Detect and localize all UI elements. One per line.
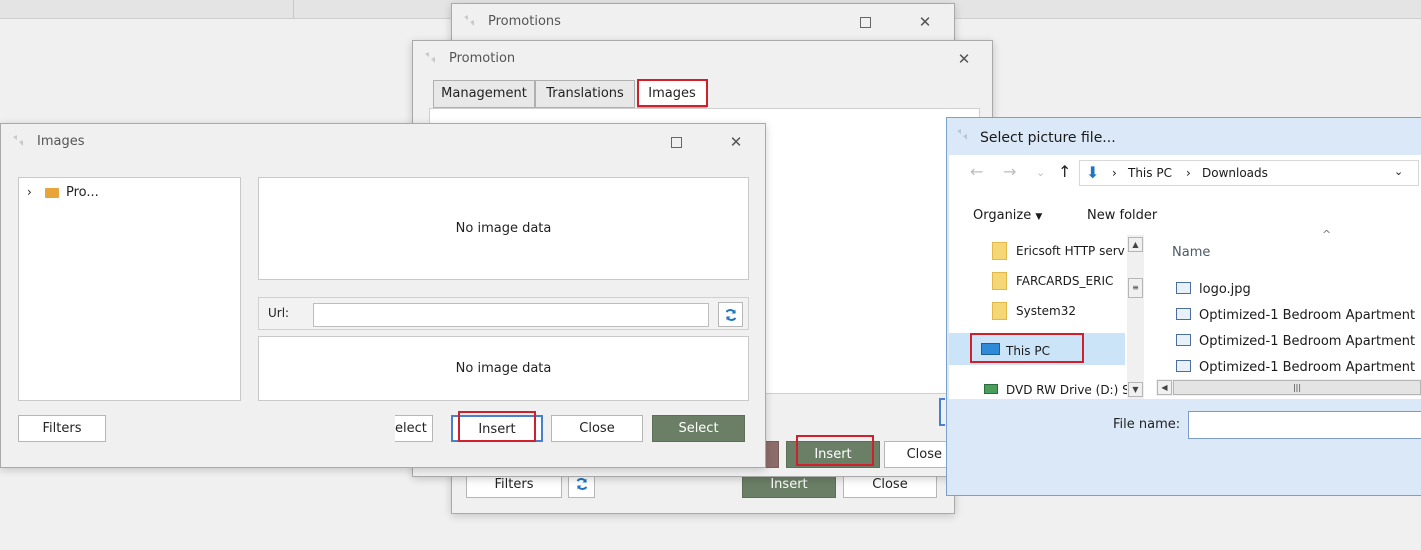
image-tree-panel[interactable]: › Pro... xyxy=(18,177,241,401)
app-logo-icon xyxy=(464,15,474,26)
app-logo-icon xyxy=(957,129,967,140)
image-preview-bottom: No image data xyxy=(258,336,749,401)
refresh-icon xyxy=(576,478,587,490)
forward-arrow-icon[interactable]: → xyxy=(1003,162,1016,181)
images-titlebar: Images xyxy=(1,124,765,160)
file-dialog-title: Select picture file... xyxy=(980,130,1116,146)
breadcrumb-downloads[interactable]: Downloads xyxy=(1202,166,1268,180)
maximize-icon xyxy=(859,17,871,28)
url-label: Url: xyxy=(268,306,290,320)
column-header-name[interactable]: Name xyxy=(1172,245,1210,260)
image-file-icon xyxy=(1176,308,1191,320)
maximize-button[interactable] xyxy=(850,11,880,33)
promotions-title: Promotions xyxy=(488,14,561,29)
url-row: Url: xyxy=(258,297,749,330)
hscroll-thumb[interactable]: ||| xyxy=(1173,380,1421,395)
folder-icon xyxy=(992,272,1007,290)
close-window-button[interactable]: ✕ xyxy=(910,11,940,33)
images-insert-button[interactable]: Insert xyxy=(451,415,543,442)
no-image-text: No image data xyxy=(455,221,552,236)
tab-images[interactable]: Images xyxy=(637,80,707,108)
image-file-icon xyxy=(1176,334,1191,346)
image-preview-top: No image data xyxy=(258,177,749,280)
file-item[interactable]: Optimized-1 Bedroom Apartment xyxy=(1199,334,1415,349)
sort-arrow-icon: ^ xyxy=(1322,228,1332,241)
images-filters-button[interactable]: Filters xyxy=(18,415,106,442)
file-name-input[interactable] xyxy=(1188,411,1421,439)
file-item[interactable]: Optimized-1 Bedroom Apartment xyxy=(1199,360,1415,375)
back-arrow-icon[interactable]: ← xyxy=(970,162,983,181)
file-item[interactable]: logo.jpg xyxy=(1199,282,1251,297)
up-arrow-icon[interactable]: ↑ xyxy=(1058,162,1071,181)
nav-item-this-pc[interactable]: This PC xyxy=(1006,344,1050,358)
promotion-insert-button[interactable]: Insert xyxy=(786,441,880,468)
navigation-pane[interactable] xyxy=(949,235,1125,405)
nav-item-ericsoft[interactable]: Ericsoft HTTP serv xyxy=(1016,244,1129,258)
promotion-close-button[interactable]: Close xyxy=(884,441,947,468)
folder-icon xyxy=(992,302,1007,320)
dropdown-arrow-icon: ▼ xyxy=(1035,212,1043,222)
new-folder-button[interactable]: New folder xyxy=(1087,208,1157,223)
breadcrumb[interactable]: ⬇ › This PC › Downloads ⌄ xyxy=(1079,160,1419,186)
close-window-button[interactable]: ✕ xyxy=(949,48,979,70)
expand-chevron-icon[interactable]: › xyxy=(27,185,32,199)
scroll-down-arrow-icon[interactable]: ▼ xyxy=(1128,382,1143,397)
scroll-thumb[interactable]: ≡ xyxy=(1128,278,1143,298)
file-item[interactable]: Optimized-1 Bedroom Apartment xyxy=(1199,308,1415,323)
tree-item-label[interactable]: Pro... xyxy=(66,185,99,200)
promotion-titlebar: Promotion xyxy=(413,41,992,77)
file-name-label: File name: xyxy=(1113,417,1181,432)
folder-icon xyxy=(45,188,59,198)
breadcrumb-this-pc[interactable]: This PC xyxy=(1128,166,1172,180)
app-logo-icon xyxy=(425,52,435,63)
close-icon: ✕ xyxy=(957,50,971,68)
images-title: Images xyxy=(37,134,85,149)
url-input[interactable] xyxy=(313,303,709,327)
tab-translations[interactable]: Translations xyxy=(535,80,635,108)
image-file-icon xyxy=(1176,282,1191,294)
folder-icon xyxy=(992,242,1007,260)
no-image-text: No image data xyxy=(455,361,552,376)
organize-label: Organize xyxy=(973,208,1032,223)
close-icon: ✕ xyxy=(918,13,932,31)
close-window-button[interactable]: ✕ xyxy=(721,131,751,153)
nav-item-dvd-drive[interactable]: DVD RW Drive (D:) S xyxy=(1006,383,1127,397)
recent-dropdown-icon[interactable]: ⌄ xyxy=(1036,166,1045,179)
tab-management[interactable]: Management xyxy=(433,80,535,108)
header-divider xyxy=(293,0,294,19)
scroll-left-arrow-icon[interactable]: ◀ xyxy=(1157,380,1172,395)
refresh-icon xyxy=(725,309,737,321)
dvd-drive-icon xyxy=(984,384,998,394)
close-icon: ✕ xyxy=(729,133,743,151)
maximize-icon xyxy=(670,137,682,148)
nav-scrollbar[interactable] xyxy=(1127,235,1144,399)
partial-button-edge xyxy=(939,398,945,426)
images-select-button[interactable]: Select xyxy=(652,415,745,442)
app-logo-icon xyxy=(13,135,23,146)
promotion-title: Promotion xyxy=(449,51,516,66)
nav-item-system32[interactable]: System32 xyxy=(1016,304,1076,318)
breadcrumb-separator: › xyxy=(1186,166,1191,180)
breadcrumb-separator: › xyxy=(1112,166,1117,180)
url-refresh-button[interactable] xyxy=(718,302,743,327)
images-close-button[interactable]: Close xyxy=(551,415,643,442)
computer-icon xyxy=(981,343,1000,355)
organize-menu[interactable]: Organize ▼ xyxy=(973,208,1042,223)
nav-item-farcards[interactable]: FARCARDS_ERIC xyxy=(1016,274,1129,288)
breadcrumb-dropdown-icon[interactable]: ⌄ xyxy=(1394,165,1403,178)
maximize-button[interactable] xyxy=(661,131,691,153)
images-select-partial-button[interactable]: elect xyxy=(395,415,433,442)
download-arrow-icon: ⬇ xyxy=(1086,163,1100,182)
image-file-icon xyxy=(1176,360,1191,372)
scroll-up-arrow-icon[interactable]: ▲ xyxy=(1128,237,1143,252)
